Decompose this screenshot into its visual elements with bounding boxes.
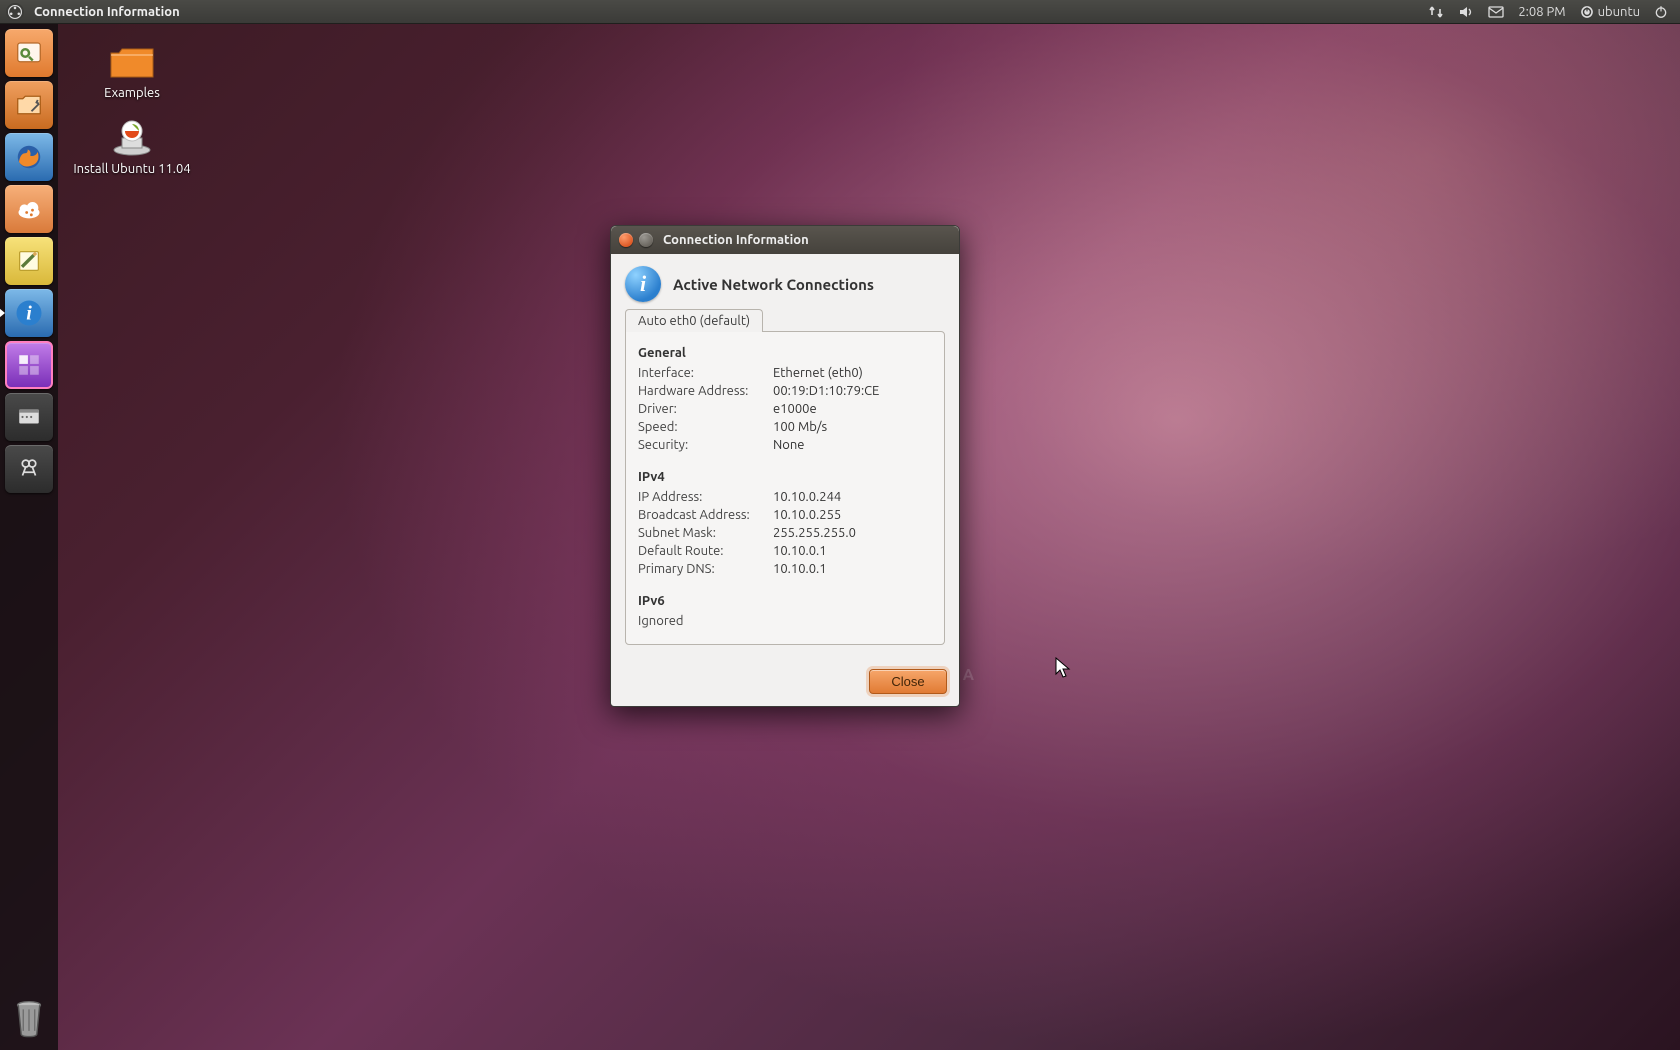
sound-indicator-icon[interactable]	[1458, 5, 1474, 19]
row-default-route: Default Route:10.10.0.1	[638, 542, 932, 560]
row-primary-dns: Primary DNS:10.10.0.1	[638, 560, 932, 578]
section-title-ipv4: IPv4	[638, 470, 932, 484]
session-indicator[interactable]: ubuntu	[1580, 5, 1640, 19]
launcher-item-trash[interactable]	[5, 994, 53, 1042]
power-icon	[1580, 5, 1594, 19]
session-user-label: ubuntu	[1598, 5, 1640, 19]
launcher-item-workspace-switcher[interactable]	[5, 341, 53, 389]
row-security: Security:None	[638, 436, 932, 454]
window-close-icon[interactable]	[619, 233, 633, 247]
network-indicator-icon[interactable]	[1428, 5, 1444, 19]
section-title-ipv6: IPv6	[638, 594, 932, 608]
launcher-item-home[interactable]	[5, 29, 53, 77]
top-panel: Connection Information 2:08 PM ubuntu	[0, 0, 1680, 24]
launcher-item-firefox[interactable]	[5, 133, 53, 181]
desktop-icon-label: Examples	[72, 86, 192, 100]
row-ipv6-status: Ignored	[638, 612, 932, 630]
section-title-general: General	[638, 346, 932, 360]
row-ip-address: IP Address:10.10.0.244	[638, 488, 932, 506]
info-icon: i	[625, 266, 661, 302]
clock[interactable]: 2:08 PM	[1518, 5, 1565, 19]
connection-details-pane: General Interface:Ethernet (eth0) Hardwa…	[625, 331, 945, 645]
mouse-cursor-icon	[1055, 657, 1071, 679]
dialog-heading: Active Network Connections	[673, 276, 874, 293]
row-driver: Driver:e1000e	[638, 400, 932, 418]
desktop-icon-examples[interactable]: Examples	[72, 42, 192, 100]
close-button[interactable]: Close	[869, 669, 947, 694]
unity-launcher: i	[0, 24, 58, 1050]
ubuntu-logo-icon[interactable]	[6, 3, 24, 21]
launcher-item-applications[interactable]	[5, 393, 53, 441]
active-app-title: Connection Information	[34, 5, 180, 19]
installer-icon	[108, 118, 156, 158]
desktop-icon-install-ubuntu[interactable]: Install Ubuntu 11.04	[62, 118, 202, 176]
shutdown-icon[interactable]	[1654, 5, 1668, 19]
launcher-item-files[interactable]	[5, 81, 53, 129]
connection-information-dialog: Connection Information i Active Network …	[610, 225, 960, 707]
dialog-window-title: Connection Information	[663, 233, 809, 247]
tab-auto-eth0[interactable]: Auto eth0 (default)	[625, 309, 763, 332]
launcher-item-ubuntuone[interactable]	[5, 185, 53, 233]
dialog-titlebar[interactable]: Connection Information	[611, 226, 959, 254]
launcher-item-files-and-folders[interactable]	[5, 445, 53, 493]
svg-text:i: i	[26, 302, 32, 324]
row-subnet-mask: Subnet Mask:255.255.255.0	[638, 524, 932, 542]
window-minimize-icon[interactable]	[639, 233, 653, 247]
messaging-indicator-icon[interactable]	[1488, 6, 1504, 18]
launcher-item-connection-info[interactable]: i	[5, 289, 53, 337]
row-broadcast: Broadcast Address:10.10.0.255	[638, 506, 932, 524]
row-hardware-address: Hardware Address:00:19:D1:10:79:CE	[638, 382, 932, 400]
folder-icon	[108, 42, 156, 82]
row-interface: Interface:Ethernet (eth0)	[638, 364, 932, 382]
desktop-icon-label: Install Ubuntu 11.04	[62, 162, 202, 176]
row-speed: Speed:100 Mb/s	[638, 418, 932, 436]
launcher-item-text-editor[interactable]	[5, 237, 53, 285]
